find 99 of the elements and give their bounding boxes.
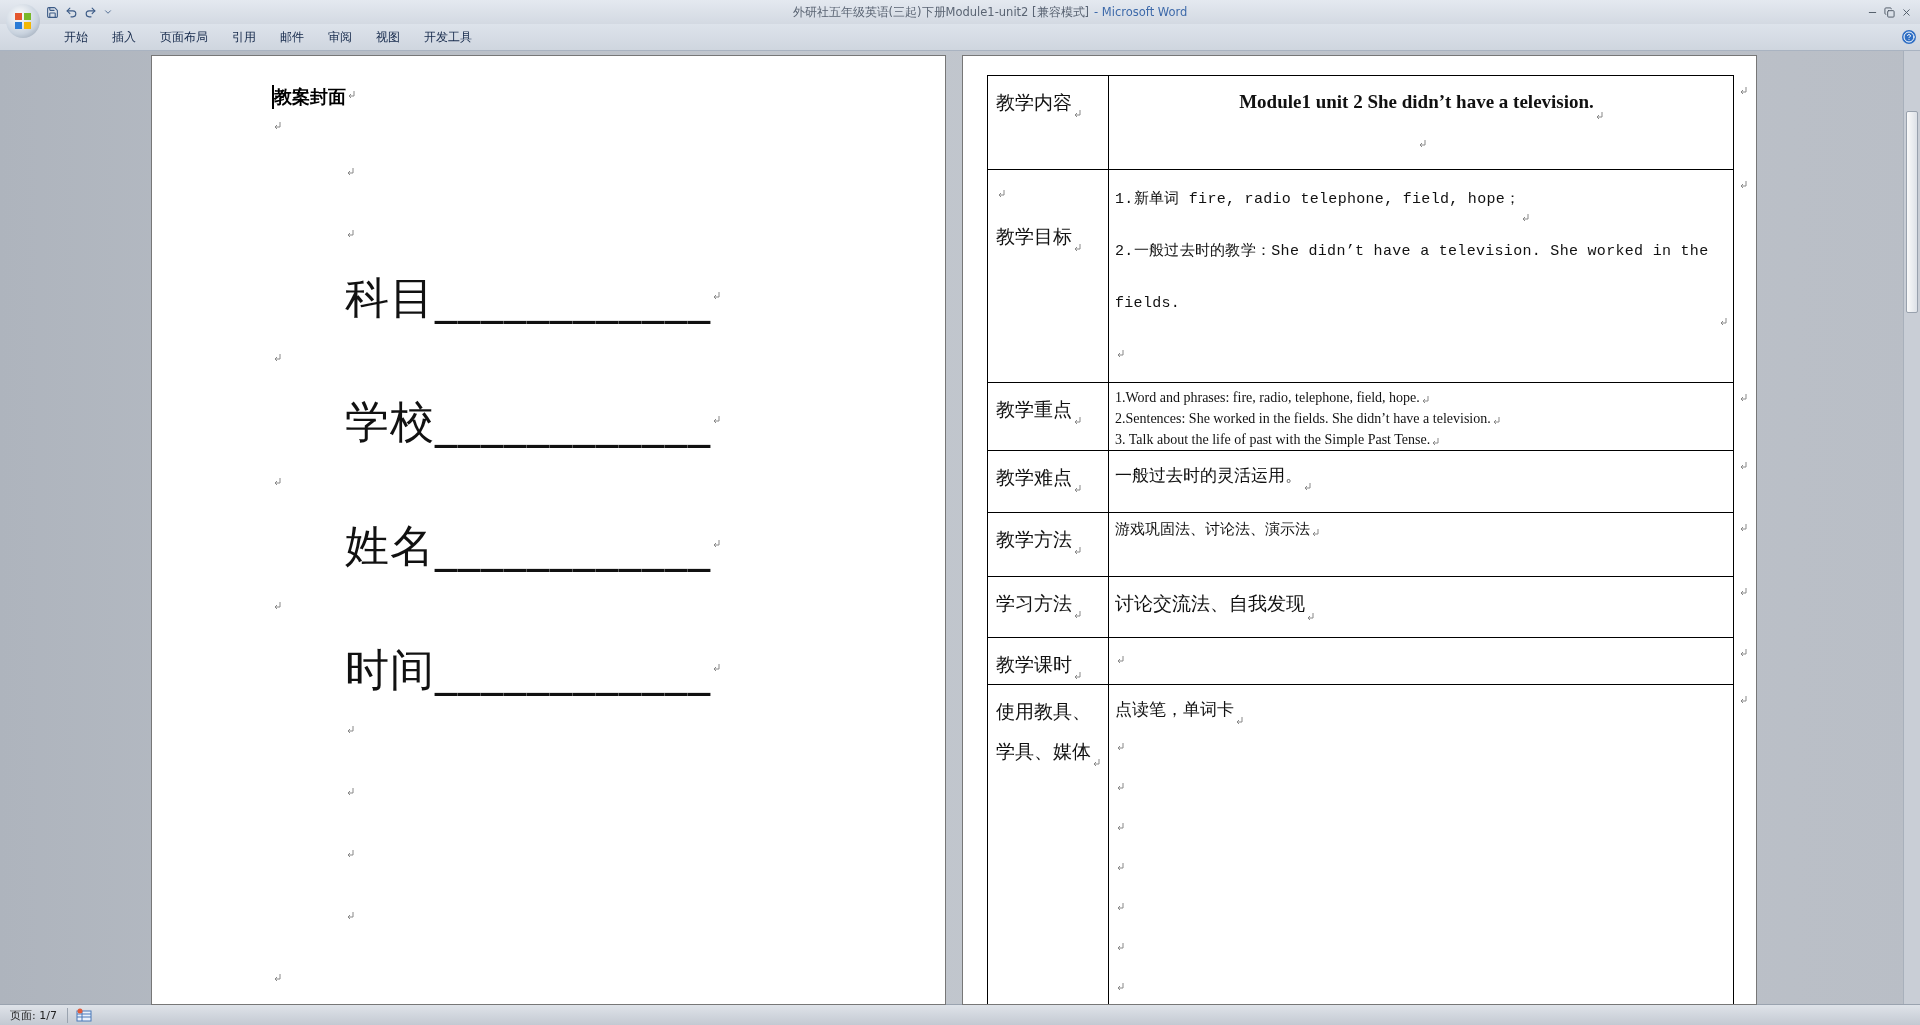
redo-icon[interactable] <box>84 5 97 19</box>
paragraph-mark-icon <box>347 912 354 920</box>
ribbon-tab[interactable]: 审阅 <box>316 25 364 49</box>
ribbon-tab[interactable]: 插入 <box>100 25 148 49</box>
paragraph-mark-icon <box>1740 86 1747 95</box>
cell-text: 讨论交流法、自我发现 <box>1115 591 1305 616</box>
paragraph-mark-icon <box>274 354 281 362</box>
cell-text: 点读笔，单词卡 <box>1115 698 1234 721</box>
paragraph-mark-icon <box>1740 695 1747 704</box>
window-title: 外研社五年级英语(三起)下册Module1-unit2 [兼容模式] <box>792 4 1090 20</box>
paragraph-mark-icon <box>713 292 720 300</box>
row-label: 教学重点 <box>996 397 1072 422</box>
paragraph-mark-icon <box>274 478 281 486</box>
scrollbar[interactable] <box>1903 51 1920 1004</box>
paragraph-mark-icon <box>347 230 354 238</box>
paragraph-mark-icon <box>1312 529 1319 537</box>
cover-field: 姓名____________ <box>345 516 711 576</box>
table-icon[interactable] <box>75 1008 92 1022</box>
paragraph-mark-icon <box>713 540 720 548</box>
paragraph-mark-icon <box>347 788 354 796</box>
cell-text: 2.Sentences: She worked in the fields. She didn’t have a television. <box>1115 410 1491 428</box>
paragraph-mark-icon <box>713 664 720 672</box>
row-label: 教学内容 <box>996 90 1072 115</box>
paragraph-mark-icon <box>1740 393 1747 402</box>
cover-field: 科目____________ <box>345 268 711 328</box>
ribbon-tab[interactable]: 邮件 <box>268 25 316 49</box>
ribbon-tab[interactable]: 开始 <box>52 25 100 49</box>
save-icon[interactable] <box>46 5 59 19</box>
paragraph-mark-icon <box>1074 485 1081 493</box>
paragraph-mark-icon <box>1117 656 1124 664</box>
paragraph-mark-icon <box>1720 318 1727 326</box>
cell-text: 3. Talk about the life of past with the Simple Past Tense. <box>1115 431 1431 449</box>
paragraph-mark-icon <box>274 122 281 130</box>
paragraph-mark-icon <box>1740 180 1747 189</box>
cover-heading: 教案封面 <box>272 85 346 109</box>
restore-icon[interactable] <box>1884 6 1895 18</box>
paragraph-mark-icon <box>1740 648 1747 657</box>
cover-field: 学校____________ <box>345 392 711 452</box>
ribbon-tab[interactable]: 页面布局 <box>148 25 220 49</box>
paragraph-mark-icon <box>1074 244 1081 252</box>
row-label: 教学目标 <box>996 224 1072 249</box>
paragraph-mark-icon <box>1093 759 1100 767</box>
paragraph-mark-icon <box>1740 461 1747 470</box>
undo-icon[interactable] <box>65 5 78 19</box>
office-logo-icon <box>13 11 33 31</box>
paragraph-mark-icon <box>1117 983 1124 991</box>
paragraph-mark-icon <box>1117 943 1124 951</box>
row-label: 教学难点 <box>996 465 1072 490</box>
cell-text: 一般过去时的灵活运用。 <box>1115 464 1302 487</box>
paragraph-mark-icon <box>998 190 1005 198</box>
paragraph-mark-icon <box>1304 483 1311 491</box>
paragraph-mark-icon <box>1074 110 1081 118</box>
paragraph-mark-icon <box>1418 140 1426 148</box>
ribbon-tab[interactable]: 开发工具 <box>412 25 484 49</box>
cell-text: 2.一般过去时的教学：She didn’t have a television. She worked in the fields. <box>1115 241 1710 314</box>
paragraph-mark-icon <box>1421 396 1429 404</box>
ribbon-tab[interactable]: 视图 <box>364 25 412 49</box>
paragraph-mark-icon <box>347 850 354 858</box>
paragraph-mark-icon <box>347 168 354 176</box>
paragraph-mark-icon <box>274 974 281 982</box>
row-label: 教学课时 <box>996 652 1072 677</box>
paragraph-mark-icon <box>274 602 281 610</box>
office-button[interactable] <box>6 4 40 38</box>
paragraph-mark-icon <box>1117 783 1124 791</box>
cell-text: 1.Word and phrases: fire, radio, telephone, field, hope. <box>1115 389 1420 407</box>
paragraph-mark-icon <box>1117 743 1124 751</box>
paragraph-mark-icon <box>1117 903 1124 911</box>
cell-text: 1.新单词 fire, radio telephone, field, hope； <box>1115 189 1521 210</box>
paragraph-mark-icon <box>1595 112 1603 120</box>
row-label: 教学方法 <box>996 527 1072 552</box>
paragraph-mark-icon <box>1074 611 1081 619</box>
paragraph-mark-icon <box>348 91 355 99</box>
paragraph-mark-icon <box>1432 438 1440 446</box>
cell-text: Module1 unit 2 She didn’t have a television. <box>1239 90 1594 114</box>
paragraph-mark-icon <box>1307 613 1314 621</box>
paragraph-mark-icon <box>1117 350 1124 358</box>
paragraph-mark-icon <box>1492 417 1500 425</box>
cover-field: 时间____________ <box>345 640 711 700</box>
paragraph-mark-icon <box>713 416 720 424</box>
paragraph-mark-icon <box>1740 587 1747 596</box>
help-icon[interactable] <box>1902 30 1916 44</box>
paragraph-mark-icon <box>347 726 354 734</box>
scroll-thumb[interactable] <box>1906 111 1918 313</box>
close-icon[interactable] <box>1901 6 1912 18</box>
app-name: - Microsoft Word <box>1094 4 1188 20</box>
paragraph-mark-icon <box>1522 214 1530 222</box>
paragraph-mark-icon <box>1074 417 1081 425</box>
caret-icon[interactable] <box>103 7 113 17</box>
paragraph-mark-icon <box>1236 717 1243 725</box>
row-label: 使用教具、学具、媒体 <box>996 699 1091 764</box>
paragraph-mark-icon <box>1074 672 1081 680</box>
paragraph-mark-icon <box>1074 547 1081 555</box>
paragraph-mark-icon <box>1117 863 1124 871</box>
cell-text: 游戏巩固法、讨论法、演示法 <box>1115 519 1310 540</box>
paragraph-mark-icon <box>1740 523 1747 532</box>
paragraph-mark-icon <box>1117 823 1124 831</box>
row-label: 学习方法 <box>996 591 1072 616</box>
page-indicator: 页面: 1/7 <box>0 1007 68 1023</box>
ribbon-tab[interactable]: 引用 <box>220 25 268 49</box>
